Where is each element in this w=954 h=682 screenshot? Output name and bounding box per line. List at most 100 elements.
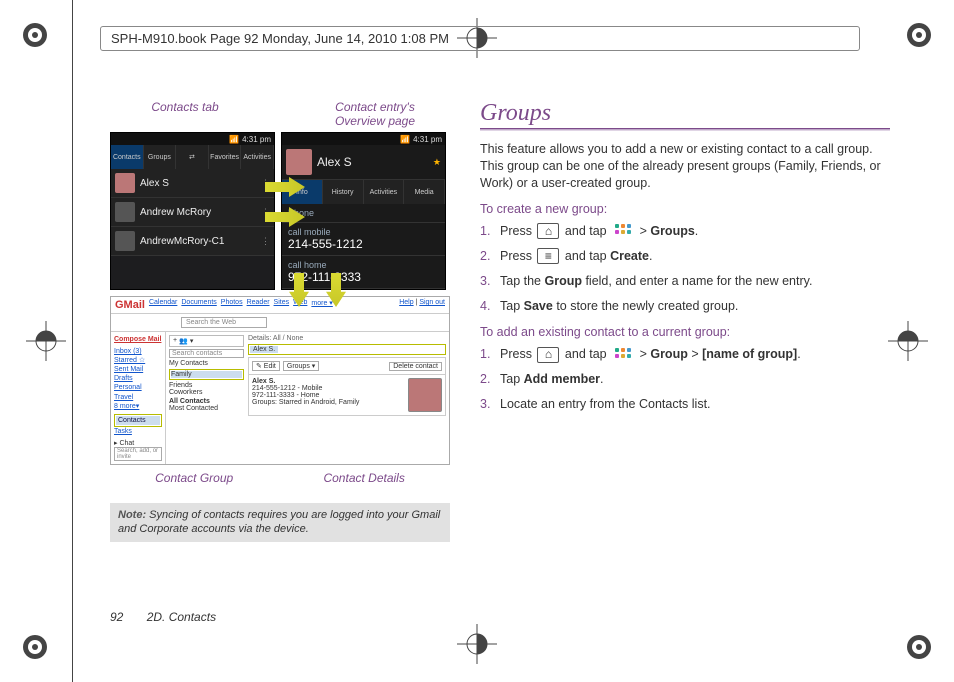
page-number: 92 — [110, 610, 123, 624]
heading-groups: Groups — [480, 100, 890, 127]
gmail-all-contacts: All Contacts — [169, 398, 244, 405]
step-item: Press ⌂ and tap > Group > [name of group… — [480, 345, 890, 363]
gmail-toplink: Reader — [247, 299, 270, 311]
crop-mark-left — [26, 321, 66, 361]
step-item: Tap the Group field, and enter a name fo… — [480, 272, 890, 290]
gmail-chat: ▸ Chat — [114, 440, 134, 447]
gmail-toplink: Sites — [274, 299, 290, 311]
gmail-compose: Compose Mail — [114, 335, 162, 344]
gmail-group-item: Friends — [169, 382, 244, 389]
home-key-icon: ⌂ — [537, 347, 559, 363]
clock-text: 4:31 pm — [413, 135, 442, 144]
registration-mark-top-right — [904, 20, 934, 50]
screenshot-contacts-tab: 📶4:31 pm Contacts Groups ⇄ Favorites Act… — [110, 132, 275, 290]
gmail-details-header: Details: All / None — [248, 335, 446, 342]
registration-mark-top-left — [20, 20, 50, 50]
subtab-media: Media — [404, 180, 445, 204]
avatar — [115, 231, 135, 251]
tab-activities: Activities — [241, 145, 274, 169]
registration-mark-bottom-right — [904, 632, 934, 662]
gmail-side-link: 8 more▾ — [114, 402, 162, 411]
gmail-side-link: Sent Mail — [114, 365, 162, 374]
subhead-add-existing: To add an existing contact to a current … — [480, 325, 890, 339]
gmail-detail-name: Alex S. — [252, 378, 403, 385]
section-title: 2D. Contacts — [147, 610, 216, 624]
gmail-toplink: Calendar — [149, 299, 177, 311]
heading-rule — [480, 128, 890, 131]
menu-key-icon: ≡ — [537, 248, 559, 264]
label-overview-page: Contact entry's Overview page — [300, 100, 450, 128]
gmail-chat-search: Search, add, or invite — [114, 447, 162, 461]
contact-row: Andrew McRory⋮ — [111, 198, 274, 227]
gmail-toplink: Help — [399, 299, 413, 306]
gmail-delete-button: Delete contact — [389, 362, 442, 371]
gmail-group-family: Family — [171, 371, 242, 378]
contact-row: AndrewMcRory-C1⋮ — [111, 227, 274, 256]
gmail-group-item: Coworkers — [169, 389, 244, 396]
gmail-side-link: Starred ☆ — [114, 356, 162, 365]
subtab-history: History — [323, 180, 364, 204]
gmail-side-link: Personal — [114, 383, 162, 392]
avatar — [408, 378, 442, 412]
gmail-toplink: more ▾ — [311, 299, 332, 311]
signal-icon: 📶 — [229, 135, 239, 144]
contact-row: Alex S⋮ — [111, 169, 274, 198]
gmail-detail-line: 214-555-1212 - Mobile — [252, 385, 403, 392]
crop-mark-right — [888, 321, 928, 361]
gmail-detail-line: 972-111-3333 - Home — [252, 392, 403, 399]
tab-groups: Groups — [144, 145, 177, 169]
section-label-phone: Phone — [282, 204, 445, 223]
step-item: Press ⌂ and tap > Groups. — [480, 222, 890, 240]
gmail-toplink: Sign out — [419, 299, 445, 306]
gmail-toplink: Photos — [221, 299, 243, 311]
step-item: Locate an entry from the Contacts list. — [480, 395, 890, 413]
note-label: Note: — [118, 509, 146, 521]
step-item: Tap Save to store the newly created grou… — [480, 297, 890, 315]
screenshot-contact-overview: 📶4:31 pm Alex S★ Info History Activities… — [281, 132, 446, 290]
tab-sync-icon: ⇄ — [176, 145, 209, 169]
screenshot-gmail-contacts: GMail Calendar Documents Photos Reader S… — [110, 296, 450, 465]
star-icon: ★ — [433, 157, 441, 168]
gmail-toplink: Documents — [181, 299, 216, 311]
crop-mark-bottom — [457, 624, 497, 664]
vertical-crop-line — [72, 0, 73, 682]
home-key-icon: ⌂ — [537, 223, 559, 239]
avatar — [286, 149, 312, 175]
gmail-groups-button: Groups ▾ — [283, 361, 319, 371]
gmail-search-web: Search the Web — [181, 317, 267, 328]
label-contact-group: Contact Group — [155, 471, 233, 485]
note-text: Syncing of contacts requires you are log… — [118, 509, 440, 535]
phone-row: call home972-111-3333 — [282, 256, 445, 289]
gmail-logo: GMail — [115, 299, 145, 311]
intro-paragraph: This feature allows you to add a new or … — [480, 141, 890, 192]
signal-icon: 📶 — [400, 135, 410, 144]
apps-grid-icon — [612, 223, 634, 239]
gmail-most-contacted: Most Contacted — [169, 405, 244, 412]
gmail-search-contacts: Search contacts — [169, 349, 244, 358]
subhead-create-group: To create a new group: — [480, 202, 890, 216]
step-item: Tap Add member. — [480, 370, 890, 388]
gmail-tasks-link: Tasks — [114, 427, 162, 436]
note-box: Note: Syncing of contacts requires you a… — [110, 503, 450, 543]
gmail-side-link: Drafts — [114, 374, 162, 383]
step-item: Press ≡ and tap Create. — [480, 247, 890, 265]
label-contacts-tab: Contacts tab — [110, 100, 260, 128]
label-contact-details: Contact Details — [323, 471, 404, 485]
gmail-contacts-link: Contacts — [116, 416, 160, 425]
phone-row: call mobile214-555-1212 — [282, 223, 445, 256]
gmail-group-item: My Contacts — [169, 360, 244, 367]
page-footer: 92 2D. Contacts — [110, 610, 216, 624]
gmail-side-link: Inbox (3) — [114, 347, 162, 356]
gmail-side-link: Travel — [114, 393, 162, 402]
gmail-detail-line: Groups: Starred in Android, Family — [252, 399, 403, 406]
subtab-activities: Activities — [364, 180, 405, 204]
tab-favorites: Favorites — [209, 145, 242, 169]
gmail-toolbar: +👥▾ — [169, 335, 244, 347]
avatar — [115, 202, 135, 222]
clock-text: 4:31 pm — [242, 135, 271, 144]
apps-grid-icon — [612, 347, 634, 363]
book-header: SPH-M910.book Page 92 Monday, June 14, 2… — [100, 26, 860, 51]
gmail-selected-contact: Alex S. — [250, 346, 278, 353]
registration-mark-bottom-left — [20, 632, 50, 662]
tab-contacts: Contacts — [111, 145, 144, 169]
